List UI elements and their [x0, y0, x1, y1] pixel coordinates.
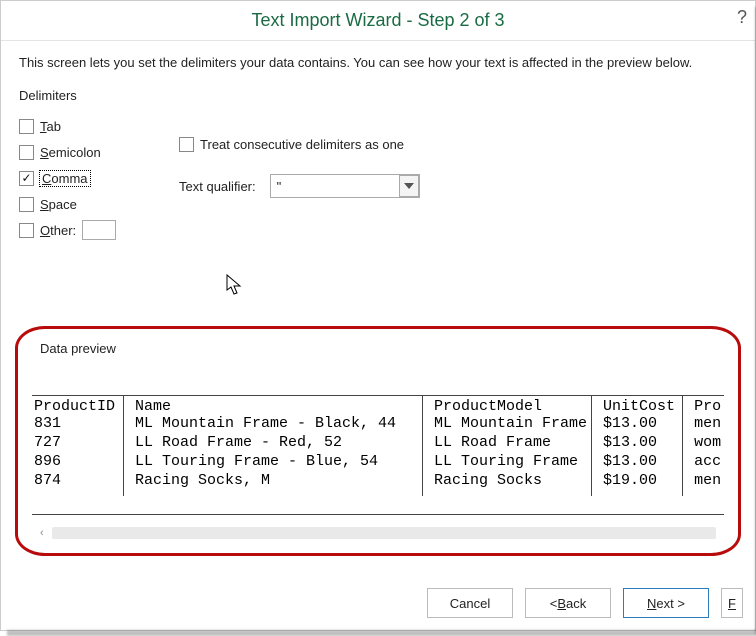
scroll-track[interactable] — [52, 527, 716, 539]
delim-tab[interactable]: Tab — [19, 113, 179, 139]
table-row: $13.00 — [603, 415, 678, 434]
table-row: LL Road Frame — [434, 434, 587, 453]
table-row: LL Touring Frame — [434, 453, 587, 472]
next-button[interactable]: Next > — [623, 588, 709, 618]
chevron-down-icon[interactable] — [399, 175, 419, 197]
treat-label: Treat consecutive delimiters as one — [200, 137, 404, 152]
window-title: Text Import Wizard - Step 2 of 3 — [251, 10, 504, 31]
grid-col-1: Name ML Mountain Frame - Black, 44 LL Ro… — [133, 396, 423, 496]
delimiters-area: Tab Semicolon Comma Space Other: — [19, 113, 737, 243]
table-row: men — [694, 415, 724, 434]
wizard-window: Text Import Wizard - Step 2 of 3 ? This … — [0, 0, 756, 631]
delim-semicolon[interactable]: Semicolon — [19, 139, 179, 165]
delimiters-column: Tab Semicolon Comma Space Other: — [19, 113, 179, 243]
finish-button[interactable]: F — [721, 588, 743, 618]
table-row: $19.00 — [603, 472, 678, 491]
treat-consecutive-row[interactable]: Treat consecutive delimiters as one — [179, 137, 737, 152]
text-qualifier-select[interactable]: " — [270, 174, 420, 198]
table-row: ML Mountain Frame — [434, 415, 587, 434]
data-preview-label: Data preview — [40, 341, 116, 356]
delim-comma[interactable]: Comma — [19, 165, 179, 191]
text-qualifier-label: Text qualifier: — [179, 179, 256, 194]
text-qualifier-row: Text qualifier: " — [179, 174, 737, 198]
delim-space[interactable]: Space — [19, 191, 179, 217]
checkbox-semicolon[interactable] — [19, 145, 34, 160]
table-row: $13.00 — [603, 453, 678, 472]
table-row: $13.00 — [603, 434, 678, 453]
table-row: 896 — [34, 453, 119, 472]
checkbox-tab[interactable] — [19, 119, 34, 134]
cursor-icon — [226, 274, 244, 299]
options-column: Treat consecutive delimiters as one Text… — [179, 113, 737, 198]
back-button[interactable]: < Back — [525, 588, 611, 618]
checkbox-comma[interactable] — [19, 171, 34, 186]
cancel-button[interactable]: Cancel — [427, 588, 513, 618]
wizard-body: This screen lets you set the delimiters … — [1, 41, 755, 243]
table-row: ML Mountain Frame - Black, 44 — [135, 415, 418, 434]
data-preview-grid: ProductID 831 727 896 874 Name ML Mounta… — [32, 395, 724, 515]
table-row: LL Road Frame - Red, 52 — [135, 434, 418, 453]
table-row: LL Touring Frame - Blue, 54 — [135, 453, 418, 472]
table-row: Racing Socks, M — [135, 472, 418, 491]
table-row: men — [694, 472, 724, 491]
grid-col-3: UnitCost $13.00 $13.00 $13.00 $19.00 — [601, 396, 683, 496]
checkbox-space[interactable] — [19, 197, 34, 212]
title-bar: Text Import Wizard - Step 2 of 3 ? — [1, 1, 755, 41]
data-preview-section: Data preview ProductID 831 727 896 874 N… — [15, 326, 741, 556]
grid-col-4: Pro men wom acc men — [692, 396, 724, 496]
table-row: Racing Socks — [434, 472, 587, 491]
button-row: Cancel < Back Next > F — [427, 588, 743, 618]
table-row: acc — [694, 453, 724, 472]
grid-col-0: ProductID 831 727 896 874 — [32, 396, 124, 496]
grid-col-2: ProductModel ML Mountain Frame LL Road F… — [432, 396, 592, 496]
table-row: 727 — [34, 434, 119, 453]
delim-other[interactable]: Other: — [19, 217, 179, 243]
checkbox-treat-consecutive[interactable] — [179, 137, 194, 152]
preview-scrollbar[interactable]: ‹ — [40, 525, 716, 541]
table-row: 831 — [34, 415, 119, 434]
table-row: wom — [694, 434, 724, 453]
intro-text: This screen lets you set the delimiters … — [19, 55, 737, 70]
help-icon[interactable]: ? — [737, 7, 747, 28]
table-row: 874 — [34, 472, 119, 491]
other-delimiter-input[interactable] — [82, 220, 116, 240]
delimiters-label: Delimiters — [19, 88, 737, 103]
checkbox-other[interactable] — [19, 223, 34, 238]
scroll-left-icon[interactable]: ‹ — [40, 527, 52, 539]
text-qualifier-value: " — [277, 179, 282, 194]
